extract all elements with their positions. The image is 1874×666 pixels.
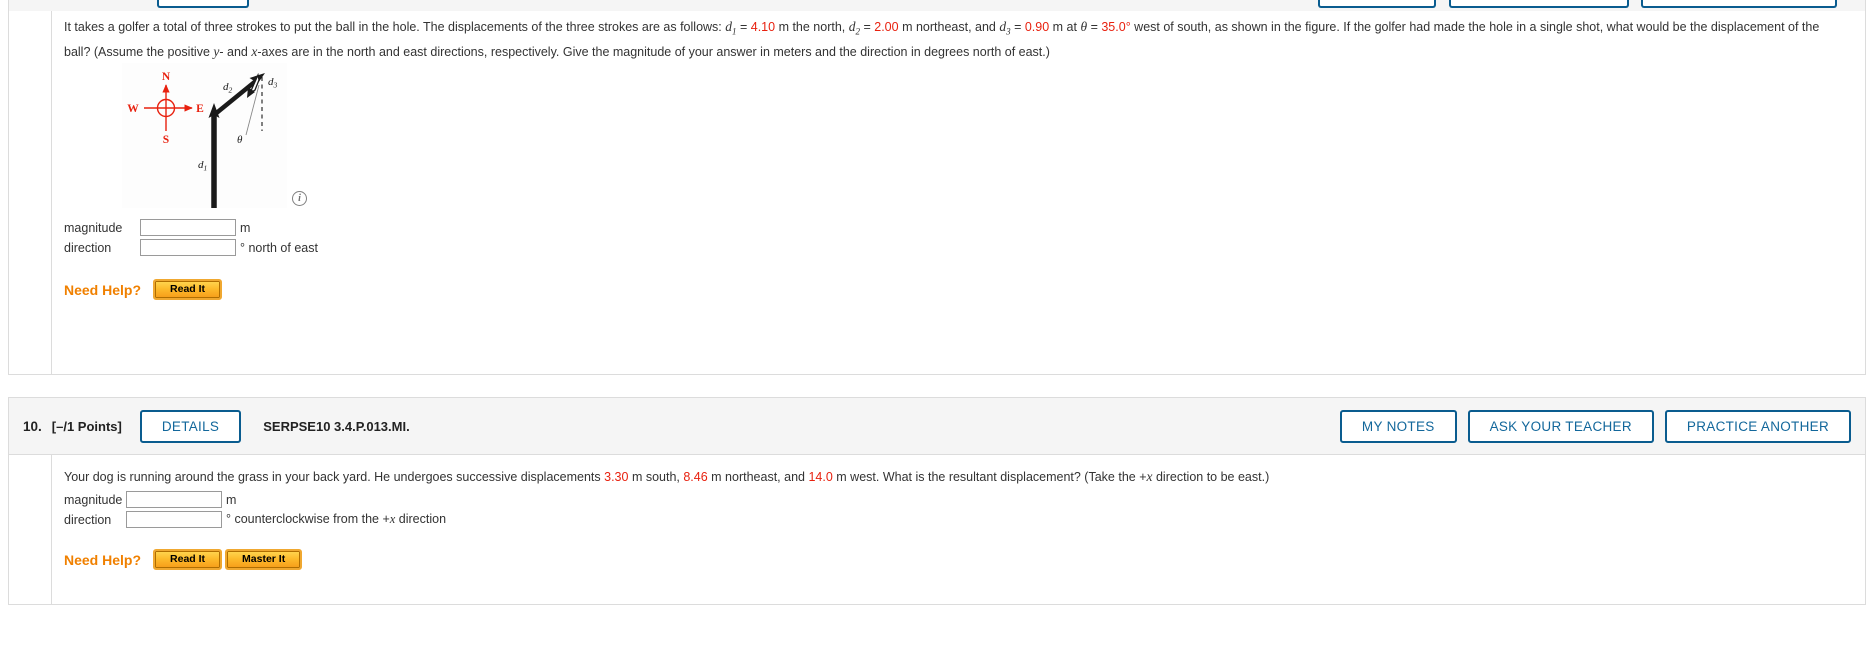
q10-mid-1: m south,	[628, 470, 684, 484]
vector-diagram-figure: N S E W d1 d2 d3 θ	[122, 63, 287, 208]
q10-value-2: 8.46	[683, 470, 708, 484]
q9-after-d3: m at	[1049, 20, 1081, 34]
q10-mid-2: m northeast, and	[707, 470, 809, 484]
q9-theta-value: 35.0°	[1101, 20, 1131, 34]
q10-text-lead: Your dog is running around the grass in …	[64, 470, 605, 484]
compass-rose	[144, 84, 193, 131]
q10-magnitude-row: magnitude m	[64, 491, 236, 508]
q10-magnitude-label: magnitude	[64, 492, 123, 507]
question-9-problem-text: It takes a golfer a total of three strok…	[64, 19, 1820, 59]
q9-text-lead: It takes a golfer a total of three strok…	[64, 20, 726, 34]
q10-mid-3: m west. What is the resultant displaceme…	[832, 470, 1147, 484]
assignment-page: It takes a golfer a total of three strok…	[0, 0, 1874, 666]
question-10-content: Your dog is running around the grass in …	[51, 455, 1857, 604]
q9-magnitude-input[interactable]	[140, 219, 236, 236]
q10-magnitude-input[interactable]	[126, 491, 222, 508]
vector-d1	[208, 103, 220, 208]
q9-d1-subscript: 1	[732, 26, 737, 37]
q9-after-d2: m northeast, and	[898, 20, 1000, 34]
q9-magnitude-label: magnitude	[64, 220, 123, 235]
q10-direction-unit: ° counterclockwise from the +x direction	[226, 512, 446, 527]
practice-another-button[interactable]: PRACTICE ANOTHER	[1664, 409, 1851, 443]
q10-master-it-button[interactable]: Master It	[225, 549, 303, 570]
details-button[interactable]: DETAILS	[139, 409, 242, 443]
ask-your-teacher-button[interactable]: ASK YOUR TEACHER	[1467, 409, 1654, 443]
q9-read-it-button[interactable]: Read It	[153, 279, 223, 300]
q9-theta-equals: =	[1087, 20, 1102, 34]
previous-question-header-strip	[8, 0, 1866, 11]
question-separator	[0, 375, 1874, 397]
compass-south-label: S	[163, 134, 169, 146]
q9-d3-subscript: 3	[1006, 26, 1011, 37]
cut-ask-your-teacher-button[interactable]	[1449, 0, 1629, 8]
q10-direction-row: direction ° counterclockwise from the +x…	[64, 511, 446, 528]
q10-text-tail: direction to be east.)	[1152, 470, 1270, 484]
question-9-body: It takes a golfer a total of three strok…	[8, 11, 1866, 375]
q9-text-tail: -axes are in the north and east directio…	[257, 44, 1050, 59]
question-10-body: Your dog is running around the grass in …	[8, 455, 1866, 605]
q9-need-help-row: Need Help? Read It	[64, 279, 227, 300]
q9-need-help-label: Need Help?	[64, 281, 142, 298]
q9-d2-symbol: d	[848, 19, 856, 34]
vector-diagram-svg: N S E W d1 d2 d3 θ	[127, 71, 278, 208]
q9-axis-mid: - and	[219, 44, 252, 59]
q9-d2-value: 2.00	[874, 20, 899, 34]
q9-d1-symbol: d	[725, 19, 732, 34]
cut-my-notes-button[interactable]	[1318, 0, 1436, 8]
question-10-header-actions: MY NOTES ASK YOUR TEACHER PRACTICE ANOTH…	[1339, 409, 1851, 443]
question-10-points: [–/1 Points]	[51, 418, 122, 434]
q9-d3-value: 0.90	[1024, 20, 1050, 34]
q9-direction-unit: ° north of east	[240, 240, 318, 255]
question-9-content: It takes a golfer a total of three strok…	[51, 11, 1857, 374]
q10-need-help-label: Need Help?	[64, 551, 142, 568]
vector-d3-label: d3	[268, 76, 278, 90]
q9-direction-row: direction ° north of east	[64, 239, 318, 256]
q10-read-it-button[interactable]: Read It	[153, 549, 223, 570]
q10-magnitude-unit: m	[226, 492, 237, 507]
q10-value-3: 14.0	[808, 470, 833, 484]
compass-east-label: E	[196, 103, 204, 115]
cut-details-button[interactable]	[157, 0, 249, 8]
compass-north-label: N	[162, 71, 171, 83]
question-10-code: SERPSE10 3.4.P.013.MI.	[263, 418, 410, 434]
q10-direction-unit-post: direction	[395, 512, 447, 526]
cut-practice-another-button[interactable]	[1641, 0, 1837, 8]
q10-direction-unit-pre: ° counterclockwise from the +	[226, 512, 390, 526]
q10-direction-input[interactable]	[126, 511, 222, 528]
my-notes-button[interactable]: MY NOTES	[1339, 409, 1457, 443]
q9-magnitude-unit: m	[240, 220, 251, 235]
question-10-number: 10.	[23, 418, 42, 434]
q9-d1-value: 4.10	[750, 20, 776, 34]
theta-label: θ	[237, 134, 243, 146]
info-icon[interactable]: i	[292, 191, 307, 206]
q9-after-d1: m the north,	[775, 20, 849, 34]
q10-need-help-row: Need Help? Read It Master It	[64, 549, 307, 570]
q10-direction-label: direction	[64, 512, 112, 527]
q9-direction-input[interactable]	[140, 239, 236, 256]
q10-value-1: 3.30	[604, 470, 629, 484]
q9-direction-label: direction	[64, 240, 112, 255]
vector-d2-label: d2	[223, 81, 233, 95]
question-10-header: 10. [–/1 Points] DETAILS SERPSE10 3.4.P.…	[8, 397, 1866, 455]
compass-west-label: W	[127, 103, 139, 115]
q9-d2-subscript: 2	[855, 26, 861, 37]
vector-d1-label: d1	[198, 159, 207, 173]
question-10-problem-text: Your dog is running around the grass in …	[64, 467, 1844, 487]
q9-magnitude-row: magnitude m	[64, 219, 250, 236]
